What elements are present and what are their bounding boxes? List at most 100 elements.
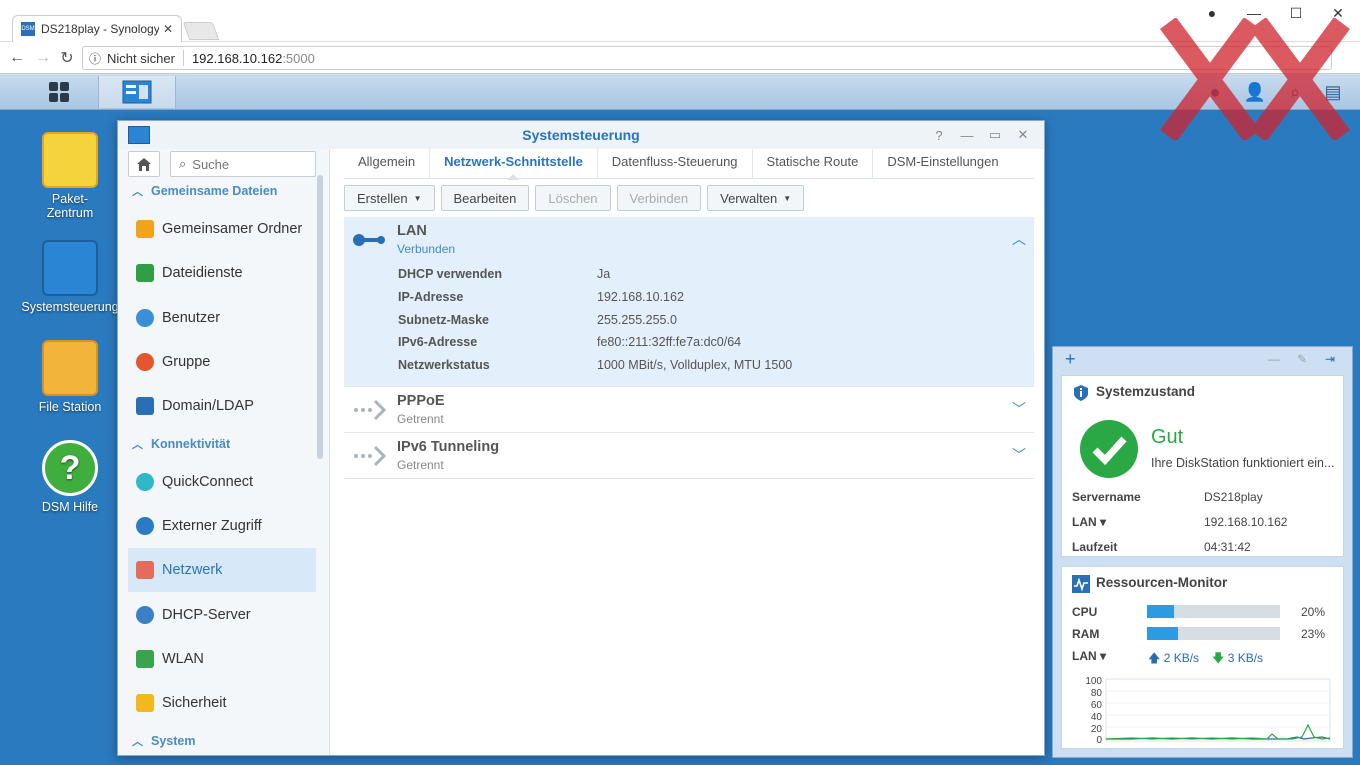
tab-strip: Allgemein Netzwerk-Schnittstelle Datenfl… xyxy=(344,149,1034,180)
sidebar-item-shared-folder[interactable]: Gemeinsamer Ordner xyxy=(128,207,316,251)
desktop-icon-dsm-help[interactable]: ? DSM Hilfe xyxy=(20,440,120,514)
lan-selector[interactable]: LAN ▾ xyxy=(1072,649,1106,663)
folder-icon xyxy=(42,340,98,396)
info-icon[interactable]: ⓘ xyxy=(89,50,101,67)
manage-button[interactable]: Verwalten ▼ xyxy=(707,185,805,211)
y-tick: 40 xyxy=(1091,712,1103,723)
sidebar-item-file-services[interactable]: Dateidienste xyxy=(128,251,316,295)
cpu-bar-fill xyxy=(1147,605,1174,618)
detail-key: Subnetz-Maske xyxy=(398,313,489,327)
interface-status: Getrennt xyxy=(397,412,444,426)
back-button[interactable]: ← xyxy=(7,48,27,68)
interface-status: Getrennt xyxy=(397,458,444,472)
tab-static-route[interactable]: Statische Route xyxy=(753,149,874,179)
interface-name: IPv6 Tunneling xyxy=(397,439,500,455)
quickconnect-icon xyxy=(136,473,154,491)
help-button[interactable]: ? xyxy=(928,125,950,145)
toolbar: Erstellen ▼ Bearbeiten Löschen Verbinden … xyxy=(344,185,805,211)
chevron-down-icon[interactable]: ﹀ xyxy=(1012,399,1026,419)
sidebar-item-security[interactable]: Sicherheit xyxy=(128,681,316,725)
pin-icon[interactable]: ✎ xyxy=(1293,350,1311,368)
sidebar-item-quickconnect[interactable]: QuickConnect xyxy=(128,460,316,504)
globe-icon xyxy=(136,517,154,535)
sidebar-scrollbar[interactable] xyxy=(317,175,323,459)
widgets-panel: + — ✎ ⇥ Systemzustand Gut Ihre DiskStati… xyxy=(1052,346,1353,758)
download-arrow-icon: 🡇 xyxy=(1212,651,1225,665)
health-value: 192.168.10.162 xyxy=(1204,515,1288,529)
desktop-icon-control-panel[interactable]: Systemsteuerung xyxy=(20,240,120,314)
connect-button[interactable]: Verbinden xyxy=(616,185,702,211)
tab-general[interactable]: Allgemein xyxy=(344,149,431,179)
dsm-favicon-icon: DSM xyxy=(21,22,35,36)
maximize-button[interactable]: ▭ xyxy=(984,125,1006,145)
sidebar-item-network[interactable]: Netzwerk xyxy=(128,548,316,592)
tab-dsm-settings[interactable]: DSM-Einstellungen xyxy=(873,149,1012,179)
sidebar-item-group[interactable]: Gruppe xyxy=(128,340,316,384)
search-input[interactable] xyxy=(192,156,303,172)
url-host: 192.168.10.162 xyxy=(191,50,283,66)
chevron-up-icon[interactable]: ︿ xyxy=(1012,229,1026,249)
detail-value: Ja xyxy=(597,267,611,281)
url-input[interactable]: ⓘ Nicht sicher 192.168.10.162:5000 xyxy=(82,46,1332,70)
sidebar-item-dhcp-server[interactable]: DHCP-Server xyxy=(128,593,316,637)
collapse-widgets-button[interactable]: ⇥ xyxy=(1321,350,1339,368)
sidebar-item-domain-ldap[interactable]: Domain/LDAP xyxy=(128,384,316,428)
search-box[interactable]: ⌕ xyxy=(170,151,316,177)
minimize-widgets-button[interactable]: — xyxy=(1265,350,1283,368)
desktop-label: Systemsteuerung xyxy=(21,300,119,314)
sidebar-group-connectivity[interactable]: ︿ Konnektivität xyxy=(132,434,230,454)
desktop-icon-package-center[interactable]: Paket- Zentrum xyxy=(20,132,120,220)
delete-label: Löschen xyxy=(548,190,598,206)
dsm-taskbar: ● 👤 ⌕ ▤ xyxy=(0,74,1360,110)
sidebar-item-label: DHCP-Server xyxy=(162,607,251,623)
interface-row-lan[interactable]: LAN Verbunden ︿ DHCP verwenden Ja IP-Adre… xyxy=(344,217,1034,387)
close-tab-icon[interactable]: ✕ xyxy=(163,22,173,36)
delete-button[interactable]: Löschen xyxy=(535,185,611,211)
tab-traffic-control[interactable]: Datenfluss-Steuerung xyxy=(598,149,753,179)
detail-key: DHCP verwenden xyxy=(398,267,502,281)
sidebar-item-wlan[interactable]: WLAN xyxy=(128,637,316,681)
desktop-label: File Station xyxy=(38,400,102,414)
sidebar-item-external-access[interactable]: Externer Zugriff xyxy=(128,504,316,548)
health-key: Servername xyxy=(1072,490,1141,504)
control-panel-window: Systemsteuerung ? — ▭ ✕ ⌕ ︿ Gemeinsame Da… xyxy=(117,120,1045,756)
shopping-bag-icon xyxy=(42,132,98,188)
sidebar-item-user[interactable]: Benutzer xyxy=(128,296,316,340)
health-key[interactable]: LAN ▾ xyxy=(1072,515,1192,529)
forward-button[interactable]: → xyxy=(33,48,53,68)
taskbar-control-panel-button[interactable] xyxy=(98,76,176,108)
health-message: Ihre DiskStation funktioniert ein... xyxy=(1151,456,1335,470)
main-menu-button[interactable] xyxy=(20,76,98,108)
cpu-bar xyxy=(1147,605,1280,618)
browser-tab[interactable]: DSM DS218play - Synology Di ✕ xyxy=(12,15,182,42)
edit-button[interactable]: Bearbeiten xyxy=(440,185,530,211)
edit-label: Bearbeiten xyxy=(453,190,517,206)
add-widget-button[interactable]: + xyxy=(1065,349,1076,370)
home-icon xyxy=(137,157,151,171)
monitor-icon xyxy=(1072,575,1090,593)
interface-row-ipv6-tunneling[interactable]: IPv6 Tunneling Getrennt ﹀ xyxy=(344,433,1034,479)
home-button[interactable] xyxy=(128,151,160,177)
security-label: Nicht sicher xyxy=(107,50,175,66)
widget-title: Ressourcen-Monitor xyxy=(1096,575,1228,590)
reload-button[interactable]: ↻ xyxy=(57,48,77,68)
chevron-down-icon[interactable]: ﹀ xyxy=(1012,445,1026,465)
domain-icon xyxy=(136,397,154,415)
desktop-icon-file-station[interactable]: File Station xyxy=(20,340,120,414)
sidebar-group-shared-files[interactable]: ︿ Gemeinsame Dateien xyxy=(132,181,277,201)
sidebar-group-system[interactable]: ︿ System xyxy=(132,731,195,751)
main-content: Allgemein Netzwerk-Schnittstelle Datenfl… xyxy=(344,149,1034,755)
new-tab-button[interactable] xyxy=(182,22,220,40)
create-button[interactable]: Erstellen ▼ xyxy=(344,185,435,211)
sidebar-item-label: QuickConnect xyxy=(162,474,254,490)
close-button[interactable]: ✕ xyxy=(1012,125,1034,145)
sidebar-group-label: System xyxy=(151,734,196,748)
connect-label: Verbinden xyxy=(629,190,689,206)
desktop-label: Paket- xyxy=(51,192,89,206)
group-icon xyxy=(136,353,154,371)
interface-row-pppoe[interactable]: PPPoE Getrennt ﹀ xyxy=(344,387,1034,433)
url-port: :5000 xyxy=(282,50,315,66)
control-panel-icon xyxy=(122,80,152,104)
tab-network-interface[interactable]: Netzwerk-Schnittstelle xyxy=(430,149,598,180)
minimize-button[interactable]: — xyxy=(956,125,978,145)
